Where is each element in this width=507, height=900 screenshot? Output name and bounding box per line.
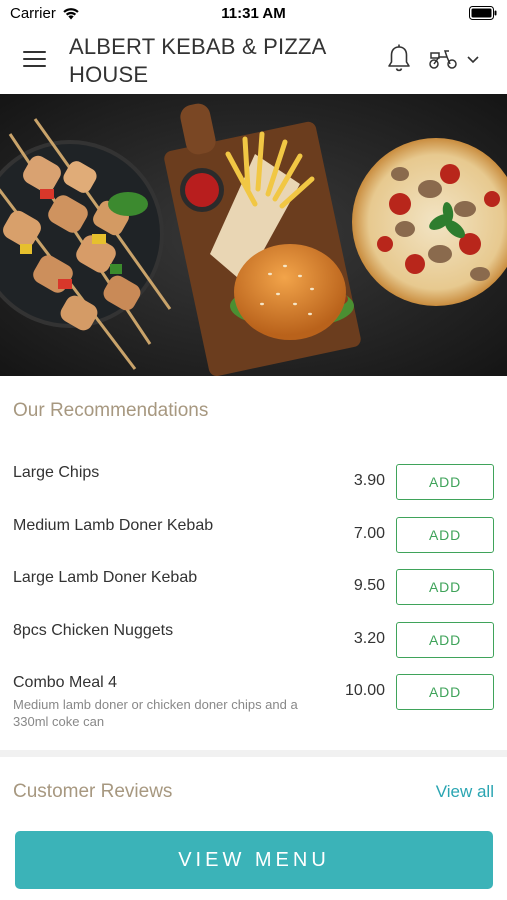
hero-banner <box>0 94 507 376</box>
item-name: Combo Meal 4 <box>13 674 118 691</box>
item-price: 9.50 <box>353 577 385 594</box>
list-item: Large Lamb Doner Kebab 9.50 ADD <box>0 563 507 613</box>
item-name: Large Lamb Doner Kebab <box>13 569 198 586</box>
hamburger-menu-icon[interactable] <box>20 46 50 72</box>
reviews-title: Customer Reviews <box>13 781 173 802</box>
recommendations-title: Our Recommendations <box>13 400 209 421</box>
restaurant-title: ALBERT KEBAB & PIZZA HOUSE <box>69 34 326 87</box>
item-name: Large Chips <box>13 464 100 481</box>
status-bar: Carrier 11:31 AM <box>0 0 507 26</box>
section-divider <box>0 750 507 757</box>
item-price: 3.90 <box>353 472 385 489</box>
item-price: 7.00 <box>353 525 385 542</box>
battery-icon <box>469 6 497 20</box>
item-price: 10.00 <box>344 682 385 699</box>
status-time: 11:31 AM <box>221 5 286 22</box>
list-item: Medium Lamb Doner Kebab 7.00 ADD <box>0 511 507 561</box>
add-button[interactable]: ADD <box>396 517 494 553</box>
view-menu-button[interactable]: VIEW MENU <box>15 831 493 889</box>
scooter-icon <box>429 50 457 69</box>
delivery-mode-selector[interactable] <box>428 45 492 73</box>
list-item: 8pcs Chicken Nuggets 3.20 ADD <box>0 616 507 666</box>
item-description: Medium lamb doner or chicken doner chips… <box>13 697 298 729</box>
view-all-reviews-link[interactable]: View all <box>436 782 494 802</box>
chevron-down-icon <box>467 56 479 64</box>
list-item: Large Chips 3.90 ADD <box>0 458 507 508</box>
add-button[interactable]: ADD <box>396 464 494 500</box>
item-price: 3.20 <box>353 630 385 647</box>
bell-icon[interactable] <box>384 43 414 75</box>
food-banner-image <box>0 94 507 376</box>
add-button[interactable]: ADD <box>396 674 494 710</box>
add-button[interactable]: ADD <box>396 622 494 658</box>
add-button[interactable]: ADD <box>396 569 494 605</box>
app-header: ALBERT KEBAB & PIZZA HOUSE <box>0 26 507 94</box>
item-name: Medium Lamb Doner Kebab <box>13 517 214 534</box>
list-item: Combo Meal 4 Medium lamb doner or chicke… <box>0 668 507 738</box>
item-name: 8pcs Chicken Nuggets <box>13 622 174 639</box>
